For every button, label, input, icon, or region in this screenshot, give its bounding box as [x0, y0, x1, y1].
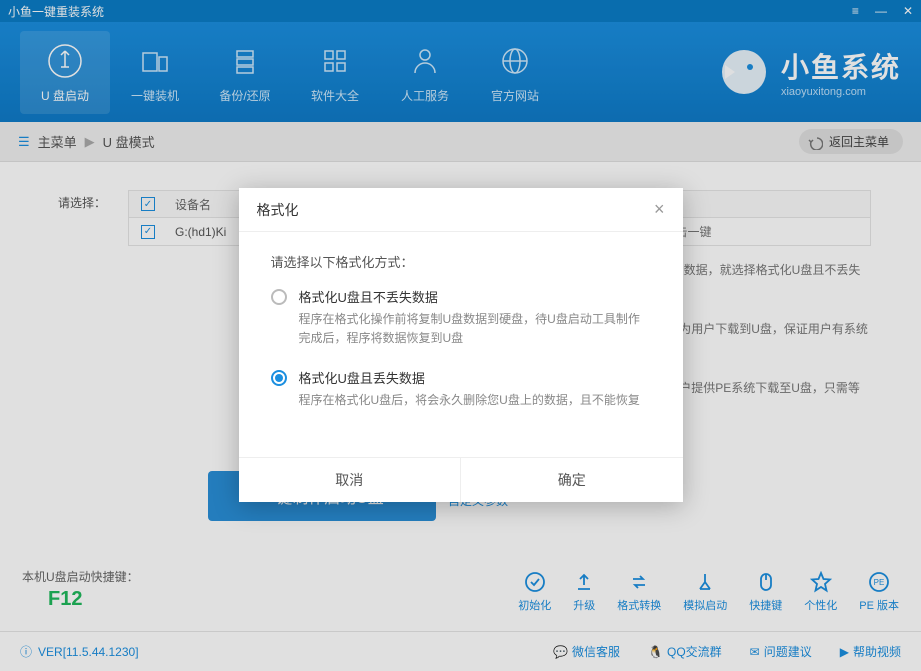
- opt2-title: 格式化U盘且丢失数据: [299, 368, 640, 387]
- format-modal: 格式化 × 请选择以下格式化方式： 格式化U盘且不丢失数据 程序在格式化操作前将…: [239, 188, 683, 502]
- modal-close-icon[interactable]: ×: [654, 199, 665, 220]
- opt1-title: 格式化U盘且不丢失数据: [299, 287, 651, 306]
- opt2-desc: 程序在格式化U盘后，将会永久删除您U盘上的数据，且不能恢复: [299, 391, 640, 410]
- format-option-keep-data[interactable]: 格式化U盘且不丢失数据 程序在格式化操作前将复制U盘数据到硬盘，待U盘启动工具制…: [271, 287, 651, 348]
- modal-backdrop: 格式化 × 请选择以下格式化方式： 格式化U盘且不丢失数据 程序在格式化操作前将…: [0, 0, 921, 671]
- ok-button[interactable]: 确定: [461, 458, 683, 502]
- format-option-lose-data[interactable]: 格式化U盘且丢失数据 程序在格式化U盘后，将会永久删除您U盘上的数据，且不能恢复: [271, 368, 651, 410]
- radio-unselected[interactable]: [271, 289, 287, 305]
- modal-prompt: 请选择以下格式化方式：: [271, 252, 651, 271]
- modal-header: 格式化 ×: [239, 188, 683, 232]
- modal-title: 格式化: [257, 200, 299, 220]
- radio-selected[interactable]: [271, 370, 287, 386]
- cancel-button[interactable]: 取消: [239, 458, 462, 502]
- opt1-desc: 程序在格式化操作前将复制U盘数据到硬盘，待U盘启动工具制作完成后，程序将数据恢复…: [299, 310, 651, 348]
